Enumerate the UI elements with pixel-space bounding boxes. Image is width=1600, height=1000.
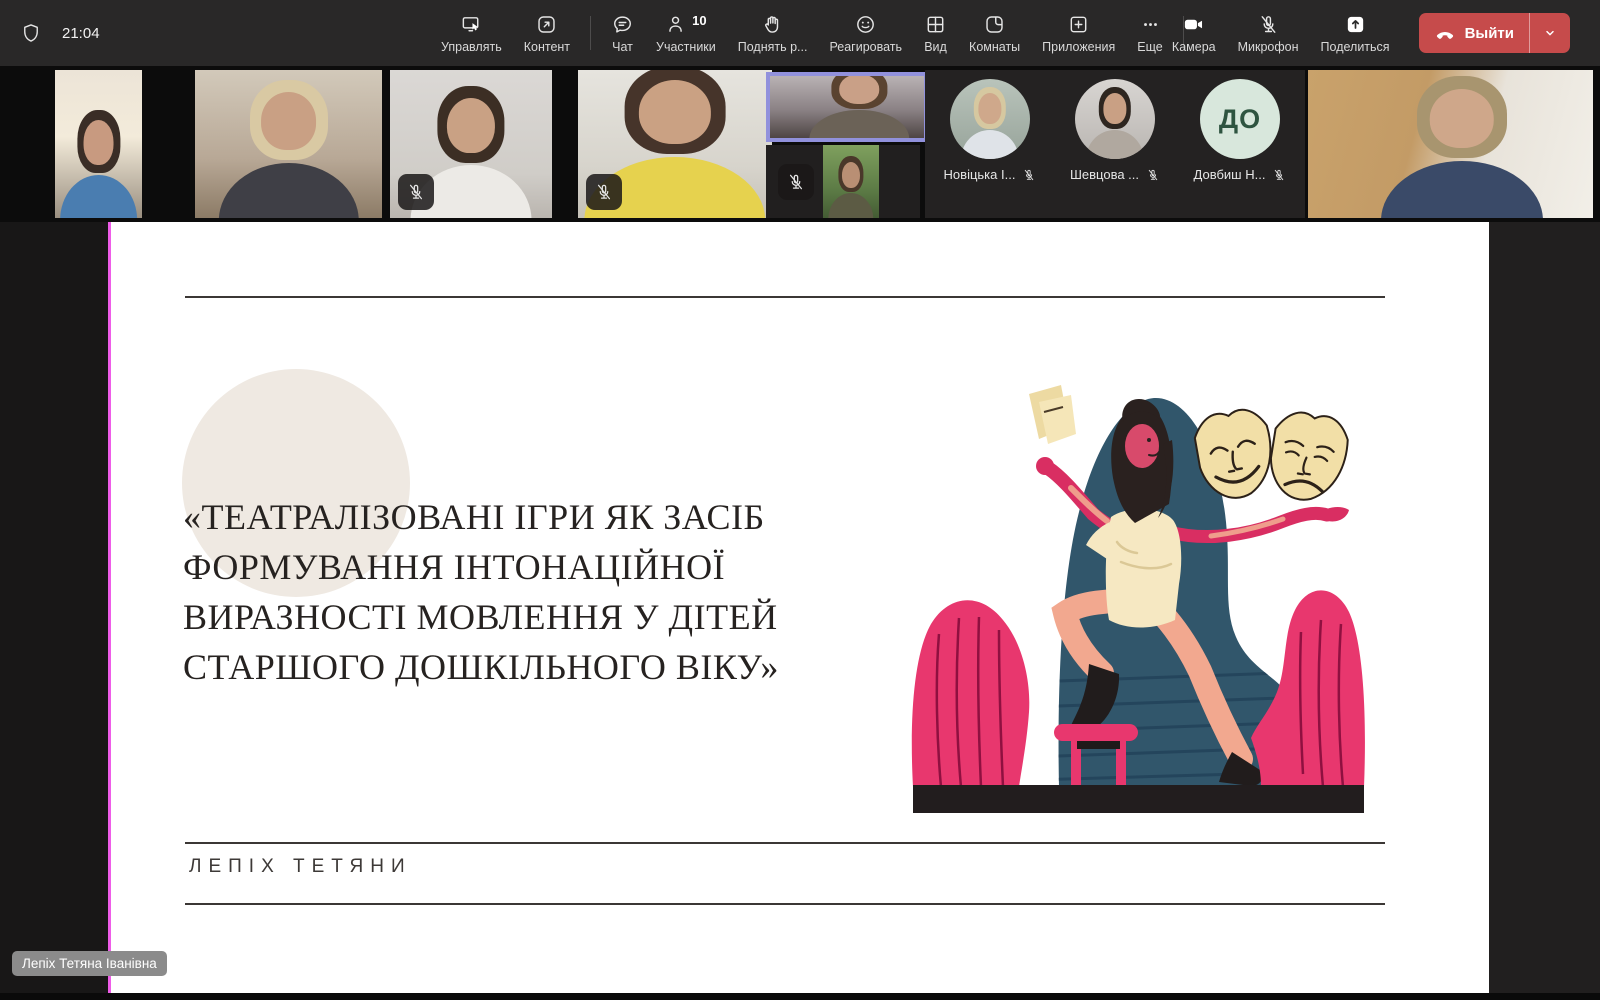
- participant-name: Новіцька І...: [943, 167, 1016, 182]
- toolbar-left: 21:04: [20, 0, 100, 66]
- person-silhouette: [809, 76, 909, 138]
- raise-hand-icon: [765, 15, 779, 33]
- share-content-icon: [538, 15, 556, 33]
- mic-muted-icon: [1261, 15, 1276, 33]
- apps-button[interactable]: Приложения: [1031, 0, 1126, 66]
- participant-video[interactable]: [390, 70, 552, 218]
- toolbar-divider: [590, 16, 592, 50]
- participant-video[interactable]: [55, 70, 142, 218]
- meeting-time: 21:04: [62, 24, 100, 42]
- slide-title: «ТЕАТРАЛІЗОВАНІ ІГРИ ЯК ЗАСІБ ФОРМУВАННЯ…: [183, 497, 779, 687]
- participant-avatar[interactable]: Шевцова ...: [1055, 70, 1175, 218]
- presentation-slide: «ТЕАТРАЛІЗОВАНІ ІГРИ ЯК ЗАСІБ ФОРМУВАННЯ…: [111, 222, 1489, 993]
- participant-video[interactable]: [1308, 70, 1593, 218]
- leave-options-button[interactable]: [1530, 13, 1570, 53]
- shield-icon: [24, 24, 38, 42]
- participants-button[interactable]: 10 Участники: [645, 0, 727, 66]
- participant-name: Шевцова ...: [1069, 167, 1140, 182]
- slide-rule-top: [185, 296, 1385, 298]
- participants-count: 10: [692, 12, 707, 28]
- content-button[interactable]: Контент: [513, 0, 581, 66]
- participant-avatar[interactable]: Новіцька І...: [930, 70, 1050, 218]
- react-smiley-icon: [857, 15, 875, 33]
- participant-video-feed: [823, 145, 879, 218]
- slide-rule-bottom: [185, 903, 1385, 905]
- chat-icon: [614, 15, 632, 33]
- leave-main[interactable]: Выйти: [1419, 13, 1529, 53]
- view-button[interactable]: Вид: [913, 0, 958, 66]
- leave-button[interactable]: Выйти: [1418, 13, 1570, 53]
- presenter-name-tooltip: Лепіх Тетяна Іванівна: [12, 951, 167, 976]
- avatar-initials: ДО: [1200, 79, 1280, 159]
- theater-illustration: [911, 382, 1371, 818]
- slide-presenter: ЛЕПІХ ТЕТЯНИ: [189, 856, 412, 877]
- active-speaker-video[interactable]: [766, 72, 928, 142]
- stage-background: [1489, 222, 1600, 993]
- react-button[interactable]: Реагировать: [818, 0, 913, 66]
- meeting-toolbar: 21:04 Управлять Контент Чат 10 Участники…: [0, 0, 1600, 66]
- person-silhouette: [218, 80, 359, 218]
- camera-icon: [1185, 19, 1203, 29]
- toolbar-center: Управлять Контент Чат 10 Участники Подня…: [430, 0, 1193, 66]
- participant-video[interactable]: [578, 70, 772, 218]
- shared-content-area: «ТЕАТРАЛІЗОВАНІ ІГРИ ЯК ЗАСІБ ФОРМУВАННЯ…: [0, 222, 1600, 993]
- avatar-photo: [1075, 79, 1155, 159]
- hangup-phone-icon: [1436, 31, 1453, 39]
- manage-screen-icon: [462, 16, 479, 31]
- mic-muted-icon: [1275, 169, 1284, 180]
- teams-meeting-window: 21:04 Управлять Контент Чат 10 Участники…: [0, 0, 1600, 1000]
- view-grid-icon: [927, 16, 944, 32]
- person-silhouette: [1380, 76, 1543, 218]
- bottom-edge-bar: [0, 993, 1600, 1000]
- mic-muted-icon: [1148, 169, 1158, 180]
- chevron-down-icon: [1546, 30, 1554, 36]
- participant-video[interactable]: [195, 70, 382, 218]
- mic-muted-badge: [586, 174, 622, 210]
- more-dots-icon: [1143, 22, 1157, 26]
- microphone-button[interactable]: Микрофон: [1227, 13, 1310, 54]
- share-up-icon: [1347, 16, 1363, 32]
- rooms-button[interactable]: Комнаты: [958, 0, 1031, 66]
- person-silhouette: [59, 110, 138, 218]
- participants-icon: [669, 16, 682, 32]
- participant-video[interactable]: [766, 145, 920, 218]
- participant-avatar[interactable]: ДО Довбиш Н...: [1180, 70, 1300, 218]
- avatar-photo: [950, 79, 1030, 159]
- toolbar-right: Камера Микрофон Поделиться Выйти: [1161, 0, 1570, 66]
- audio-participants-zone: Новіцька І... Шевцова ... ДО Довбиш Н...: [925, 70, 1305, 218]
- mic-muted-icon: [1025, 169, 1034, 180]
- manage-button[interactable]: Управлять: [430, 0, 513, 66]
- mic-muted-badge: [398, 174, 434, 210]
- chat-button[interactable]: Чат: [600, 0, 645, 66]
- camera-button[interactable]: Камера: [1161, 13, 1227, 54]
- apps-plus-icon: [1070, 16, 1087, 32]
- share-button[interactable]: Поделиться: [1310, 13, 1401, 54]
- rooms-icon: [986, 15, 1003, 33]
- leave-label: Выйти: [1464, 24, 1514, 42]
- slide-rule-mid: [185, 842, 1385, 844]
- raise-hand-button[interactable]: Поднять р...: [727, 0, 819, 66]
- participants-strip: Новіцька І... Шевцова ... ДО Довбиш Н...: [0, 66, 1600, 222]
- mic-muted-badge: [778, 163, 814, 200]
- participant-name: Довбиш Н...: [1193, 167, 1266, 182]
